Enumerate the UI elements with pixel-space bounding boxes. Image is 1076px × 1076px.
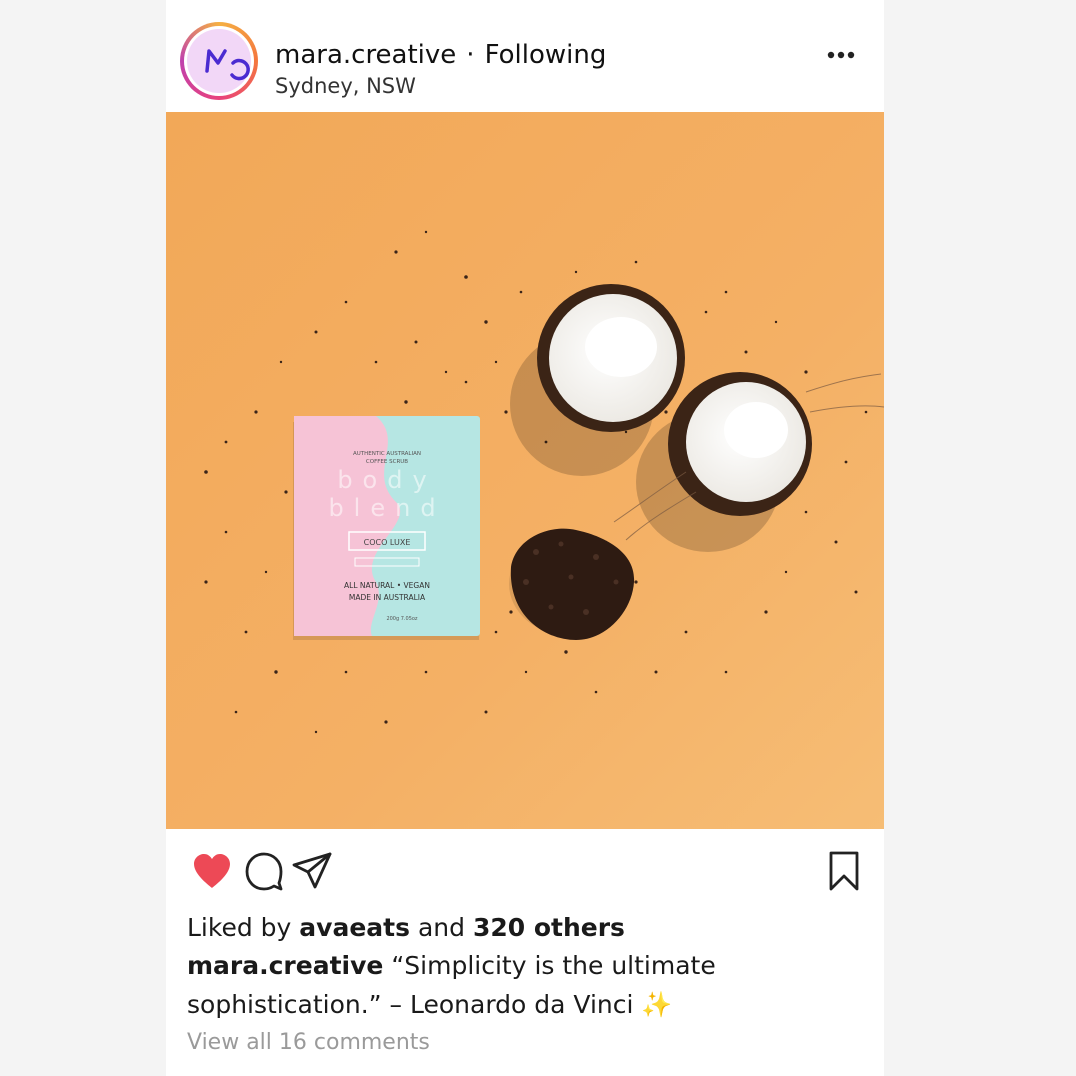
pouch-tagline1: ALL NATURAL • VEGAN [344,581,430,590]
avatar-image [187,29,251,93]
following-button[interactable]: Following [485,40,607,70]
likes-summary: Liked by avaeats and 320 others [187,911,625,945]
post-header: mara.creative · Following Sydney, NSW [166,0,884,112]
likes-middle: and [417,913,465,942]
view-comments-link[interactable]: View all 16 comments [187,1028,430,1058]
avatar[interactable] [180,22,258,100]
comment-icon[interactable] [242,849,286,893]
post-photo[interactable]: AUTHENTIC AUSTRALIAN COFFEE SCRUB body b… [166,112,884,829]
location-link[interactable]: Sydney, NSW [275,72,416,100]
pouch-line2: COFFEE SCRUB [366,459,408,465]
heart-icon[interactable] [190,849,234,893]
likes-prefix: Liked by [187,913,292,942]
more-icon[interactable] [826,46,856,64]
pouch-brand2: blend [328,494,445,522]
post-actions [166,829,884,911]
pouch-brand1: body [337,466,436,494]
post-caption: mara.creative “Simplicity is the ultimat… [187,946,747,1024]
liker-username-link[interactable]: avaeats [299,913,410,942]
photo-scene: AUTHENTIC AUSTRALIAN COFFEE SCRUB body b… [166,112,884,829]
pouch-flavor: COCO LUXE [364,538,411,547]
pouch-tagline2: MADE IN AUSTRALIA [349,593,426,602]
sparkles-emoji: ✨ [641,990,673,1019]
send-icon[interactable] [290,849,334,893]
separator-dot: · [466,40,475,70]
post-card: mara.creative · Following Sydney, NSW AU… [166,0,884,1076]
pouch-line1: AUTHENTIC AUSTRALIAN [353,451,421,457]
post-title-line: mara.creative · Following [275,38,606,72]
brand-logo-icon [205,49,250,81]
username-link[interactable]: mara.creative [275,40,456,70]
avatar-border [184,26,254,96]
pouch-weight: 200g 7.05oz [386,616,417,622]
caption-username-link[interactable]: mara.creative [187,951,383,980]
likes-count-link[interactable]: 320 others [473,913,625,942]
product-pouch: AUTHENTIC AUSTRALIAN COFFEE SCRUB body b… [293,416,480,640]
bookmark-icon[interactable] [822,849,866,893]
